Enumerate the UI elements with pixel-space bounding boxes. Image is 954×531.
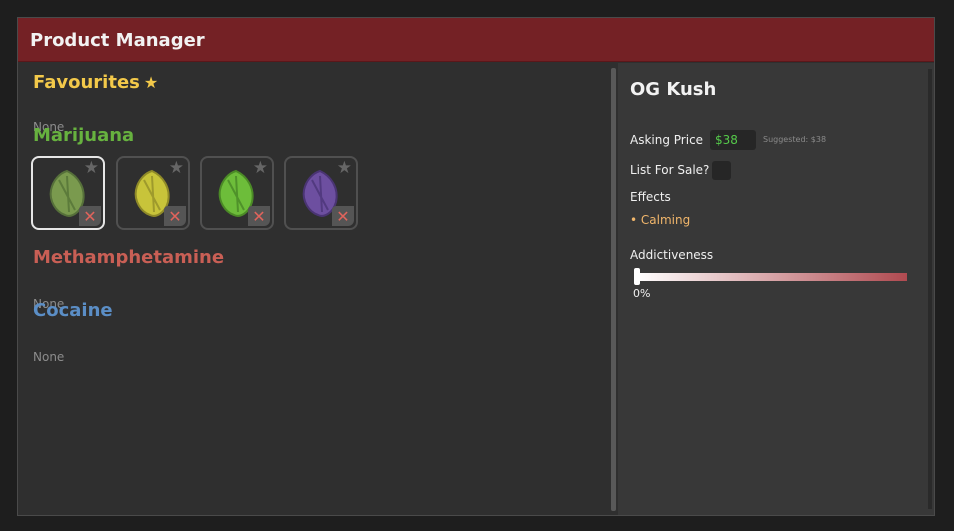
suggested-price: Suggested: $38 xyxy=(763,135,827,144)
title-bar: Product Manager xyxy=(18,18,934,62)
addictiveness-handle xyxy=(634,268,640,285)
delist-button[interactable]: ✕ xyxy=(79,206,101,226)
product-detail-panel: OG Kush Asking Price $38 Suggested: $38 … xyxy=(618,63,934,515)
addictiveness-label: Addictiveness xyxy=(630,248,714,262)
marijuana-heading: Marijuana xyxy=(33,125,135,146)
addictiveness-value: 0% xyxy=(633,287,651,300)
delist-button[interactable]: ✕ xyxy=(248,206,270,226)
list-for-sale-checkbox[interactable] xyxy=(712,161,731,180)
favourite-star-icon[interactable]: ★ xyxy=(169,158,184,178)
favourite-star-icon[interactable]: ★ xyxy=(84,158,99,178)
product-tile-2[interactable]: ★ ✕ xyxy=(116,156,190,230)
favourite-star-icon[interactable]: ★ xyxy=(253,158,268,178)
delist-button[interactable]: ✕ xyxy=(332,206,354,226)
asking-price-input[interactable]: $38 xyxy=(710,130,756,150)
product-manager-window: Product Manager Favourites ★ None Marijua… xyxy=(17,17,935,516)
cocaine-heading: Cocaine xyxy=(33,300,113,321)
window-title: Product Manager xyxy=(30,30,205,51)
effect-item: • Calming xyxy=(630,213,691,227)
detail-scrollbar[interactable] xyxy=(928,69,932,509)
delist-button[interactable]: ✕ xyxy=(164,206,186,226)
list-for-sale-label: List For Sale? xyxy=(630,163,710,177)
effects-label: Effects xyxy=(630,190,671,204)
star-icon: ★ xyxy=(143,73,159,92)
methamphetamine-heading: Methamphetamine xyxy=(33,247,225,268)
favourites-title: Favourites xyxy=(33,72,140,93)
favourite-star-icon[interactable]: ★ xyxy=(337,158,352,178)
product-tile-3[interactable]: ★ ✕ xyxy=(200,156,274,230)
product-name: OG Kush xyxy=(630,79,717,100)
panel-scrollbar[interactable] xyxy=(611,68,616,511)
product-list-panel[interactable]: Favourites ★ None Marijuana ★ ✕ ★ ✕ ★ ✕ … xyxy=(18,63,610,515)
favourites-heading: Favourites ★ xyxy=(33,72,158,93)
product-tile-4[interactable]: ★ ✕ xyxy=(284,156,358,230)
addictiveness-bar xyxy=(636,273,907,281)
product-tile-og-kush[interactable]: ★ ✕ xyxy=(31,156,105,230)
cocaine-empty-text: None xyxy=(33,350,65,364)
asking-price-label: Asking Price xyxy=(630,133,704,147)
